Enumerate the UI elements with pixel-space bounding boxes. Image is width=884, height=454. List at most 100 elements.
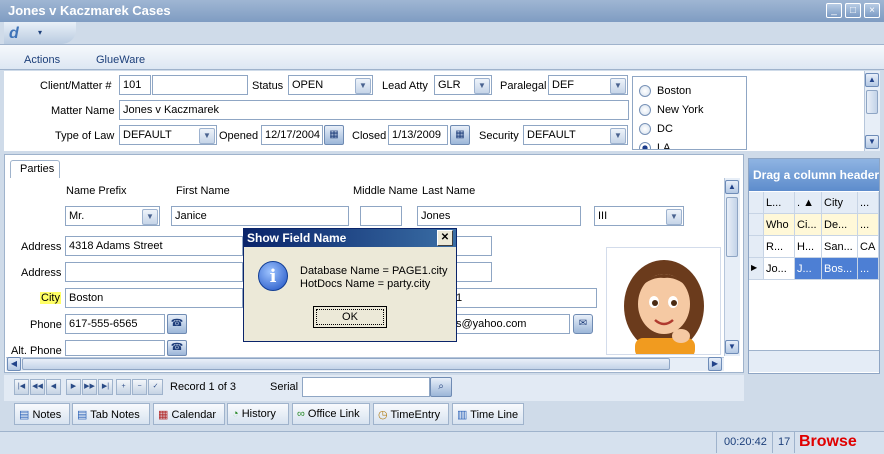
row-indicator[interactable]	[749, 236, 764, 258]
row-indicator[interactable]	[749, 214, 764, 236]
next-record-icon[interactable]: ▶	[66, 379, 81, 395]
chevron-down-icon[interactable]: ▼	[355, 78, 371, 94]
phone-field[interactable]: 617-555-6565	[65, 314, 165, 334]
email-icon[interactable]: ✉	[573, 314, 593, 334]
address2-right-field[interactable]	[452, 262, 492, 282]
grid-cell[interactable]: CA	[858, 236, 879, 258]
type-of-law-select[interactable]: DEFAULT ▼	[119, 125, 217, 145]
lead-atty-label: Lead Atty	[382, 80, 428, 92]
grid-cell[interactable]: De...	[822, 214, 858, 236]
chevron-down-icon[interactable]: ▼	[474, 78, 490, 94]
dialog-close-icon[interactable]: ✕	[437, 230, 453, 246]
grid-cell[interactable]: San...	[822, 236, 858, 258]
radio-la[interactable]	[639, 142, 651, 149]
radio-dc[interactable]	[639, 123, 651, 135]
client-matter-extra-field[interactable]	[152, 75, 248, 95]
grid-column-header[interactable]: ...	[858, 192, 879, 214]
lead-atty-select[interactable]: GLR ▼	[434, 75, 492, 95]
menu-glueware[interactable]: GlueWare	[96, 54, 145, 66]
ok-button[interactable]: OK	[313, 306, 387, 328]
scroll-up-icon[interactable]: ▲	[725, 180, 739, 194]
grid-cell[interactable]: H...	[795, 236, 822, 258]
last-name-field[interactable]: Jones	[417, 206, 581, 226]
close-button[interactable]: ×	[864, 3, 880, 18]
grid-cell[interactable]: Who	[764, 214, 795, 236]
scroll-thumb[interactable]	[866, 90, 878, 114]
next-page-icon[interactable]: ▶▶	[82, 379, 97, 395]
chevron-down-icon[interactable]: ▼	[142, 209, 158, 225]
status-select[interactable]: OPEN ▼	[288, 75, 373, 95]
scroll-down-icon[interactable]: ▼	[725, 340, 739, 354]
history-label: History	[241, 408, 276, 420]
prev-page-icon[interactable]: ◀◀	[30, 379, 45, 395]
office-link-button[interactable]: ∞ Office Link	[292, 403, 370, 425]
scroll-thumb[interactable]	[22, 358, 670, 370]
grid-cell[interactable]: ...	[858, 214, 879, 236]
paralegal-select[interactable]: DEF ▼	[548, 75, 628, 95]
tab-notes-button[interactable]: ▤ Tab Notes	[72, 403, 150, 425]
email-field[interactable]: s@yahoo.com	[452, 314, 570, 334]
scroll-left-icon[interactable]: ◀	[7, 357, 21, 371]
serial-field[interactable]	[302, 377, 430, 397]
app-logo-icon[interactable]: d	[9, 25, 19, 43]
grid-cell-selected[interactable]: ...	[858, 258, 879, 280]
grid-cell[interactable]: Ci...	[795, 214, 822, 236]
security-select[interactable]: DEFAULT ▼	[523, 125, 628, 145]
zip-field[interactable]: 1	[452, 288, 597, 308]
binoculars-icon[interactable]: ⌕	[430, 377, 452, 397]
paralegal-value: DEF	[552, 79, 574, 91]
history-button[interactable]: ◔ History	[227, 403, 289, 425]
name-prefix-select[interactable]: Mr. ▼	[65, 206, 160, 226]
chevron-down-icon[interactable]: ▼	[199, 128, 215, 144]
minimize-button[interactable]: _	[826, 3, 842, 18]
status-divider	[716, 432, 717, 453]
chevron-down-icon[interactable]: ▼	[610, 128, 626, 144]
city-field[interactable]: Boston	[65, 288, 243, 308]
time-entry-button[interactable]: ◷ TimeEntry	[373, 403, 449, 425]
scroll-right-icon[interactable]: ▶	[708, 357, 722, 371]
last-record-icon[interactable]: ▶|	[98, 379, 113, 395]
alt-phone-field[interactable]	[65, 340, 165, 356]
menu-actions[interactable]: Actions	[24, 54, 60, 66]
quick-access-dropdown-icon[interactable]: ▾	[38, 28, 42, 37]
calendar-button[interactable]: ▦ Calendar	[153, 403, 225, 425]
matter-name-field[interactable]: Jones v Kaczmarek	[119, 100, 629, 120]
edit-record-icon[interactable]: ✓	[148, 379, 163, 395]
add-record-icon[interactable]: +	[116, 379, 131, 395]
address1-right-field[interactable]	[452, 236, 492, 256]
scroll-thumb[interactable]	[726, 197, 738, 257]
first-name-field[interactable]: Janice	[171, 206, 349, 226]
grid-cell-selected[interactable]: J...	[795, 258, 822, 280]
radio-new-york[interactable]	[639, 104, 651, 116]
address2-field[interactable]	[65, 262, 243, 282]
maximize-button[interactable]: □	[845, 3, 861, 18]
grid-cell[interactable]: Jo...	[764, 258, 795, 280]
grid-cell[interactable]: R...	[764, 236, 795, 258]
client-matter-field[interactable]: 101	[119, 75, 151, 95]
calendar-icon[interactable]: ▦	[324, 125, 344, 145]
middle-name-field[interactable]	[360, 206, 402, 226]
group-by-header[interactable]: Drag a column header	[749, 159, 879, 191]
notes-button[interactable]: ▤ Notes	[14, 403, 70, 425]
first-record-icon[interactable]: |◀	[14, 379, 29, 395]
chevron-down-icon[interactable]: ▼	[666, 209, 682, 225]
prev-record-icon[interactable]: ◀	[46, 379, 61, 395]
time-line-button[interactable]: ▥ Time Line	[452, 403, 524, 425]
phone-dial-icon[interactable]: ☎	[167, 340, 187, 356]
suffix-select[interactable]: III ▼	[594, 206, 684, 226]
grid-column-header[interactable]: L...	[764, 192, 795, 214]
grid-cell-selected[interactable]: Bos...	[822, 258, 858, 280]
closed-date-field[interactable]: 1/13/2009	[388, 125, 448, 145]
address1-field[interactable]: 4318 Adams Street	[65, 236, 243, 256]
current-row-arrow-icon[interactable]: ▶	[749, 258, 764, 280]
opened-date-field[interactable]: 12/17/2004	[261, 125, 323, 145]
delete-record-icon[interactable]: −	[132, 379, 147, 395]
radio-boston[interactable]	[639, 85, 651, 97]
phone-dial-icon[interactable]: ☎	[167, 314, 187, 334]
chevron-down-icon[interactable]: ▼	[610, 78, 626, 94]
calendar-icon[interactable]: ▦	[450, 125, 470, 145]
grid-column-header[interactable]: . ▲	[795, 192, 822, 214]
scroll-down-icon[interactable]: ▼	[865, 135, 879, 149]
scroll-up-icon[interactable]: ▲	[865, 73, 879, 87]
grid-column-header[interactable]: City	[822, 192, 858, 214]
